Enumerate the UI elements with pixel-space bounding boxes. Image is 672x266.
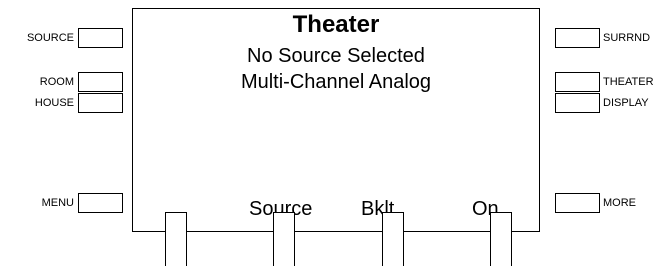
softkey-button-1[interactable] (165, 212, 187, 266)
left-label-source: SOURCE (26, 32, 74, 44)
surrnd-button[interactable] (555, 28, 600, 48)
more-button[interactable] (555, 193, 600, 213)
display-button[interactable] (555, 93, 600, 113)
right-label-theater: THEATER (603, 76, 654, 88)
left-label-menu: MENU (41, 197, 74, 209)
softkey-button-3[interactable] (382, 212, 404, 266)
left-label-room: ROOM (39, 76, 74, 88)
right-label-more: MORE (603, 197, 636, 209)
lcd-display: Theater No Source Selected Multi-Channel… (132, 8, 540, 232)
softkey-button-2[interactable] (273, 212, 295, 266)
display-line-1: No Source Selected (247, 45, 425, 67)
left-label-house: HOUSE (34, 97, 74, 109)
source-button[interactable] (78, 28, 123, 48)
right-label-display: DISPLAY (603, 97, 649, 109)
right-label-surrnd: SURRND (603, 32, 651, 44)
display-title: Theater (292, 11, 380, 38)
theater-button[interactable] (555, 72, 600, 92)
softkey-button-4[interactable] (490, 212, 512, 266)
house-button[interactable] (78, 93, 123, 113)
menu-button[interactable] (78, 193, 123, 213)
display-line-2: Multi-Channel Analog (240, 71, 432, 93)
room-button[interactable] (78, 72, 123, 92)
